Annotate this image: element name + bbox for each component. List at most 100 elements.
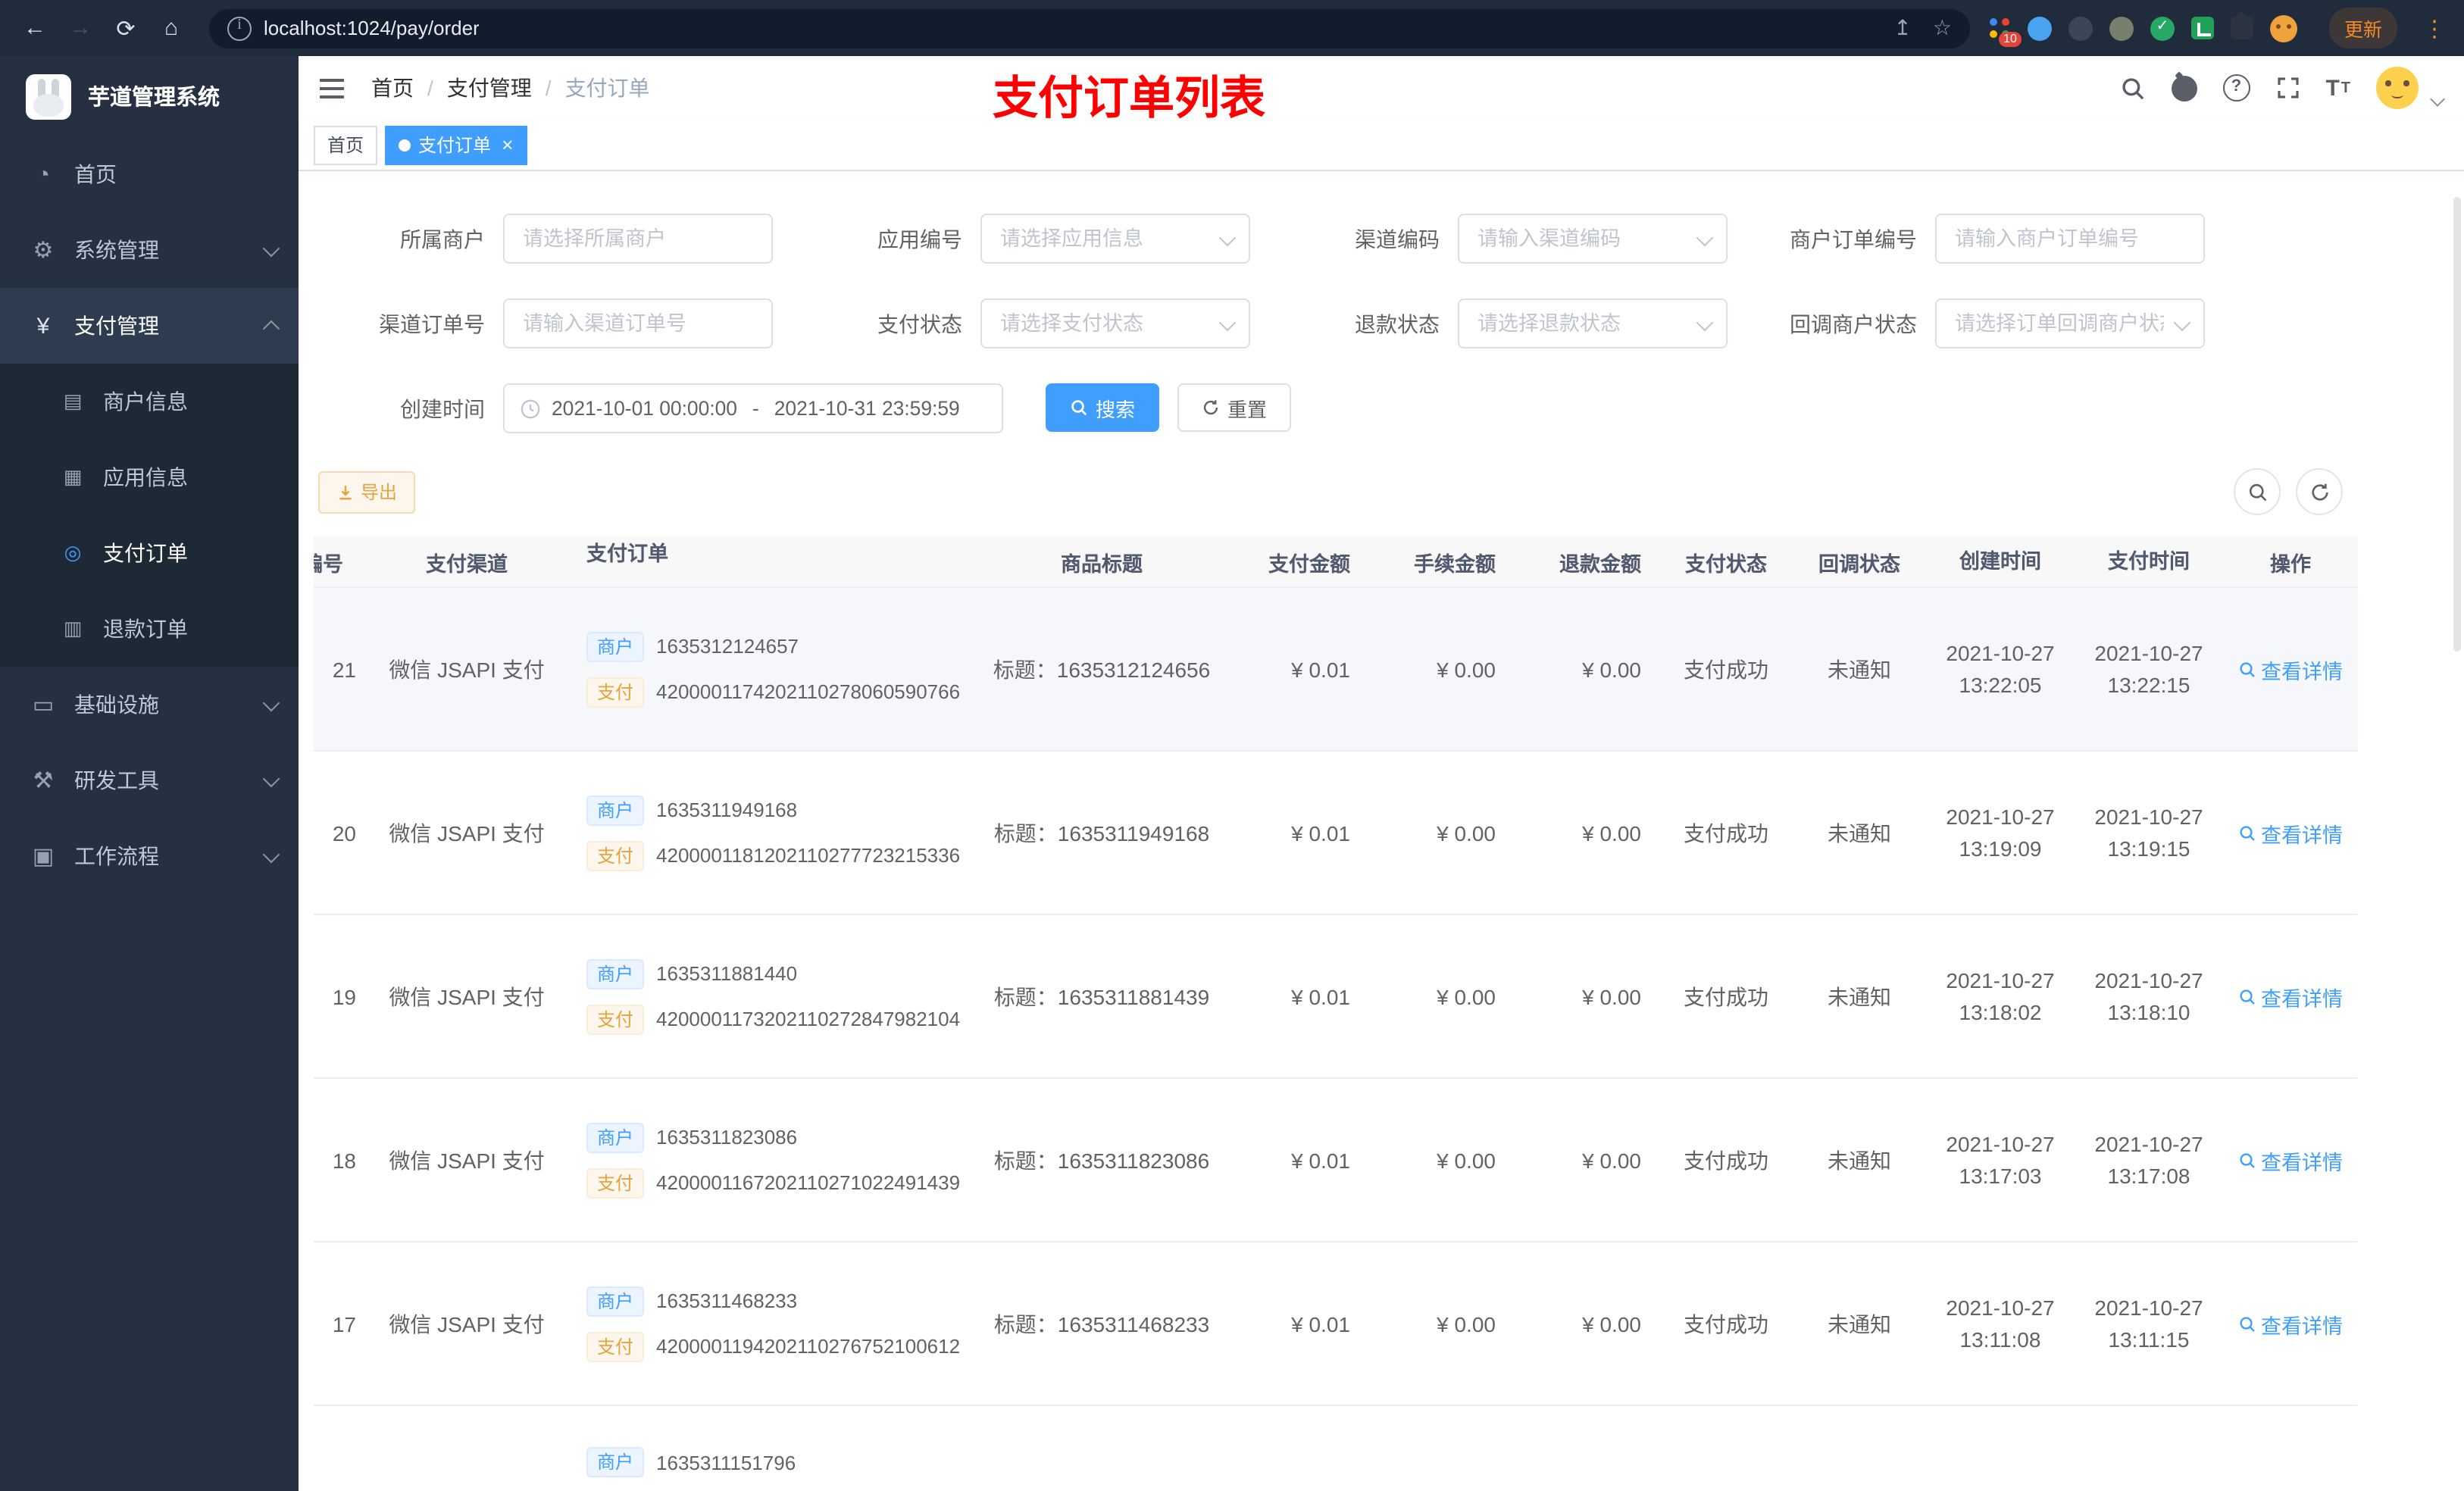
merchant-order-no-input[interactable] bbox=[1935, 214, 2205, 264]
create-time-range[interactable]: 2021-10-01 00:00:00 - 2021-10-31 23:59:5… bbox=[503, 383, 1003, 433]
sidebar-item-dev-tools[interactable]: ⚒ 研发工具 bbox=[0, 742, 299, 818]
view-detail-link[interactable]: 查看详情 bbox=[2238, 1308, 2343, 1339]
font-size-icon[interactable] bbox=[2325, 75, 2350, 101]
channel-order-no-input[interactable] bbox=[503, 299, 773, 349]
breadcrumb: 首页 / 支付管理 / 支付订单 bbox=[371, 73, 650, 103]
sidebar-item-app-info[interactable]: ▦ 应用信息 bbox=[0, 439, 299, 515]
sidebar-item-home[interactable]: ◔ 首页 bbox=[0, 136, 299, 212]
table-row: 19 微信 JSAPI 支付 商户 1635311881440 支付 4200001… bbox=[314, 915, 2358, 1079]
table-row: 17 微信 JSAPI 支付 商户 1635311468233 支付 4200001… bbox=[314, 1242, 2358, 1406]
help-icon[interactable] bbox=[2222, 74, 2250, 102]
refund-status-select[interactable] bbox=[1458, 299, 1728, 349]
merchant-tag: 商户 bbox=[586, 795, 645, 825]
refresh-icon bbox=[1202, 399, 1220, 417]
extension-check-icon[interactable] bbox=[2150, 16, 2175, 40]
page-scrollbar[interactable] bbox=[2453, 197, 2461, 652]
breadcrumb-home[interactable]: 首页 bbox=[371, 73, 414, 103]
profile-avatar[interactable] bbox=[2269, 14, 2297, 42]
tab-home[interactable]: 首页 bbox=[314, 125, 378, 164]
sidebar-item-pay-order[interactable]: ◎ 支付订单 bbox=[0, 515, 299, 591]
filter-merchant-order-no: 商户订单编号 bbox=[1750, 214, 2228, 264]
filter-refund-status: 退款状态 bbox=[1273, 299, 1750, 349]
clock-icon bbox=[520, 398, 541, 419]
merchant-tag: 商户 bbox=[586, 1122, 645, 1152]
search-button[interactable]: 搜索 bbox=[1046, 383, 1160, 432]
sidebar: 芋道管理系统 ◔ 首页 ⚙ 系统管理 ¥ 支付管理 ▤ 商户信息 ▦ 应用信息 … bbox=[0, 56, 299, 1491]
tab-pay-order[interactable]: 支付订单 × bbox=[385, 125, 527, 164]
app-title: 芋道管理系统 bbox=[88, 86, 220, 111]
toggle-search-button[interactable] bbox=[2234, 468, 2281, 515]
extension-icon[interactable] bbox=[2190, 17, 2214, 39]
table-row-partial: 商户 1635311151796 bbox=[314, 1406, 2358, 1491]
url-text: localhost:1024/pay/order bbox=[264, 17, 480, 39]
sidebar-item-infrastructure[interactable]: ▭ 基础设施 bbox=[0, 667, 299, 742]
orders-table: 编号 支付渠道 支付订单 商品标题 支付金额 手续金额 退款金额 支付状态 回调… bbox=[314, 536, 2358, 1491]
merchant-select-input[interactable] bbox=[503, 214, 773, 264]
sidebar-collapse-icon[interactable] bbox=[320, 78, 344, 98]
search-icon[interactable] bbox=[2119, 75, 2145, 101]
chevron-down-icon bbox=[262, 239, 280, 257]
user-avatar[interactable] bbox=[2376, 67, 2419, 109]
view-detail-link[interactable]: 查看详情 bbox=[2238, 817, 2343, 848]
close-tab-icon[interactable]: × bbox=[502, 135, 513, 155]
extension-grid-icon[interactable]: 10 bbox=[1988, 17, 2022, 47]
channel-code-select[interactable] bbox=[1458, 214, 1728, 264]
extension-icon[interactable] bbox=[2109, 16, 2134, 40]
sidebar-item-system[interactable]: ⚙ 系统管理 bbox=[0, 212, 299, 288]
browser-refresh-button[interactable]: ⟳ bbox=[106, 8, 145, 48]
breadcrumb-current: 支付订单 bbox=[564, 76, 650, 100]
document-icon: ▥ bbox=[63, 617, 83, 639]
main-area: 首页 / 支付管理 / 支付订单 支付订单列表 ? T T 首页 支付订单 × … bbox=[299, 56, 2464, 1491]
share-icon[interactable]: ↥ bbox=[1893, 15, 1911, 41]
merchant-tag: 商户 bbox=[586, 1286, 645, 1316]
site-info-icon[interactable] bbox=[227, 16, 252, 40]
table-toolbar: 导出 bbox=[299, 468, 2464, 515]
refresh-table-button[interactable] bbox=[2296, 468, 2343, 515]
pay-tag: 支付 bbox=[586, 840, 645, 871]
search-icon bbox=[1070, 399, 1088, 417]
target-icon: ◎ bbox=[64, 541, 82, 564]
chevron-down-icon bbox=[262, 693, 280, 711]
sidebar-item-refund-order[interactable]: ▥ 退款订单 bbox=[0, 591, 299, 667]
export-button[interactable]: 导出 bbox=[318, 470, 416, 513]
pay-status-select[interactable] bbox=[980, 299, 1250, 349]
reset-button[interactable]: 重置 bbox=[1177, 383, 1292, 432]
date-start: 2021-10-01 00:00:00 bbox=[552, 397, 737, 420]
browser-menu-icon[interactable]: ⋮ bbox=[2423, 14, 2446, 42]
view-detail-link[interactable]: 查看详情 bbox=[2238, 1145, 2343, 1175]
bookmark-star-icon[interactable]: ☆ bbox=[1933, 15, 1952, 41]
browser-update-button[interactable]: 更新 bbox=[2328, 8, 2397, 48]
gear-icon: ⚙ bbox=[33, 238, 54, 264]
browser-chrome: ← → ⟳ ⌂ localhost:1024/pay/order ↥ ☆ 10 … bbox=[0, 0, 2464, 56]
grid-icon: ▦ bbox=[63, 465, 83, 488]
sidebar-item-merchant-info[interactable]: ▤ 商户信息 bbox=[0, 364, 299, 439]
filter-callback-status: 回调商户状态 bbox=[1750, 299, 2228, 349]
chevron-down-icon bbox=[262, 769, 280, 787]
monitor-icon: ▭ bbox=[32, 692, 55, 718]
merchant-tag: 商户 bbox=[586, 958, 645, 989]
address-bar[interactable]: localhost:1024/pay/order ↥ ☆ bbox=[209, 8, 1970, 48]
extensions-puzzle-icon[interactable] bbox=[2230, 12, 2253, 39]
filter-create-time: 创建时间 2021-10-01 00:00:00 - 2021-10-31 23… bbox=[318, 383, 1003, 433]
date-end: 2021-10-31 23:59:59 bbox=[774, 397, 960, 420]
view-detail-link[interactable]: 查看详情 bbox=[2238, 981, 2343, 1011]
sidebar-item-workflow[interactable]: ▣ 工作流程 bbox=[0, 818, 299, 894]
avatar-dropdown-caret[interactable] bbox=[2430, 91, 2445, 106]
app-header: 首页 / 支付管理 / 支付订单 支付订单列表 bbox=[299, 56, 2464, 124]
breadcrumb-section[interactable]: 支付管理 bbox=[447, 73, 532, 103]
browser-home-button[interactable]: ⌂ bbox=[152, 8, 191, 48]
chevron-up-icon bbox=[262, 320, 280, 338]
extension-icon[interactable] bbox=[2027, 16, 2052, 40]
fullscreen-icon[interactable] bbox=[2275, 76, 2300, 100]
dashboard-icon: ◔ bbox=[36, 161, 51, 187]
extension-icon[interactable] bbox=[2068, 16, 2093, 40]
card-icon: ▤ bbox=[63, 389, 83, 412]
table-row: 18 微信 JSAPI 支付 商户 1635311823086 支付 4200001… bbox=[314, 1079, 2358, 1242]
browser-forward-button[interactable]: → bbox=[61, 8, 100, 48]
sidebar-item-payment[interactable]: ¥ 支付管理 bbox=[0, 288, 299, 364]
callback-status-select[interactable] bbox=[1935, 299, 2205, 349]
view-detail-link[interactable]: 查看详情 bbox=[2238, 654, 2343, 684]
github-icon[interactable] bbox=[2171, 75, 2197, 101]
browser-back-button[interactable]: ← bbox=[15, 8, 55, 48]
app-no-select[interactable] bbox=[980, 214, 1250, 264]
